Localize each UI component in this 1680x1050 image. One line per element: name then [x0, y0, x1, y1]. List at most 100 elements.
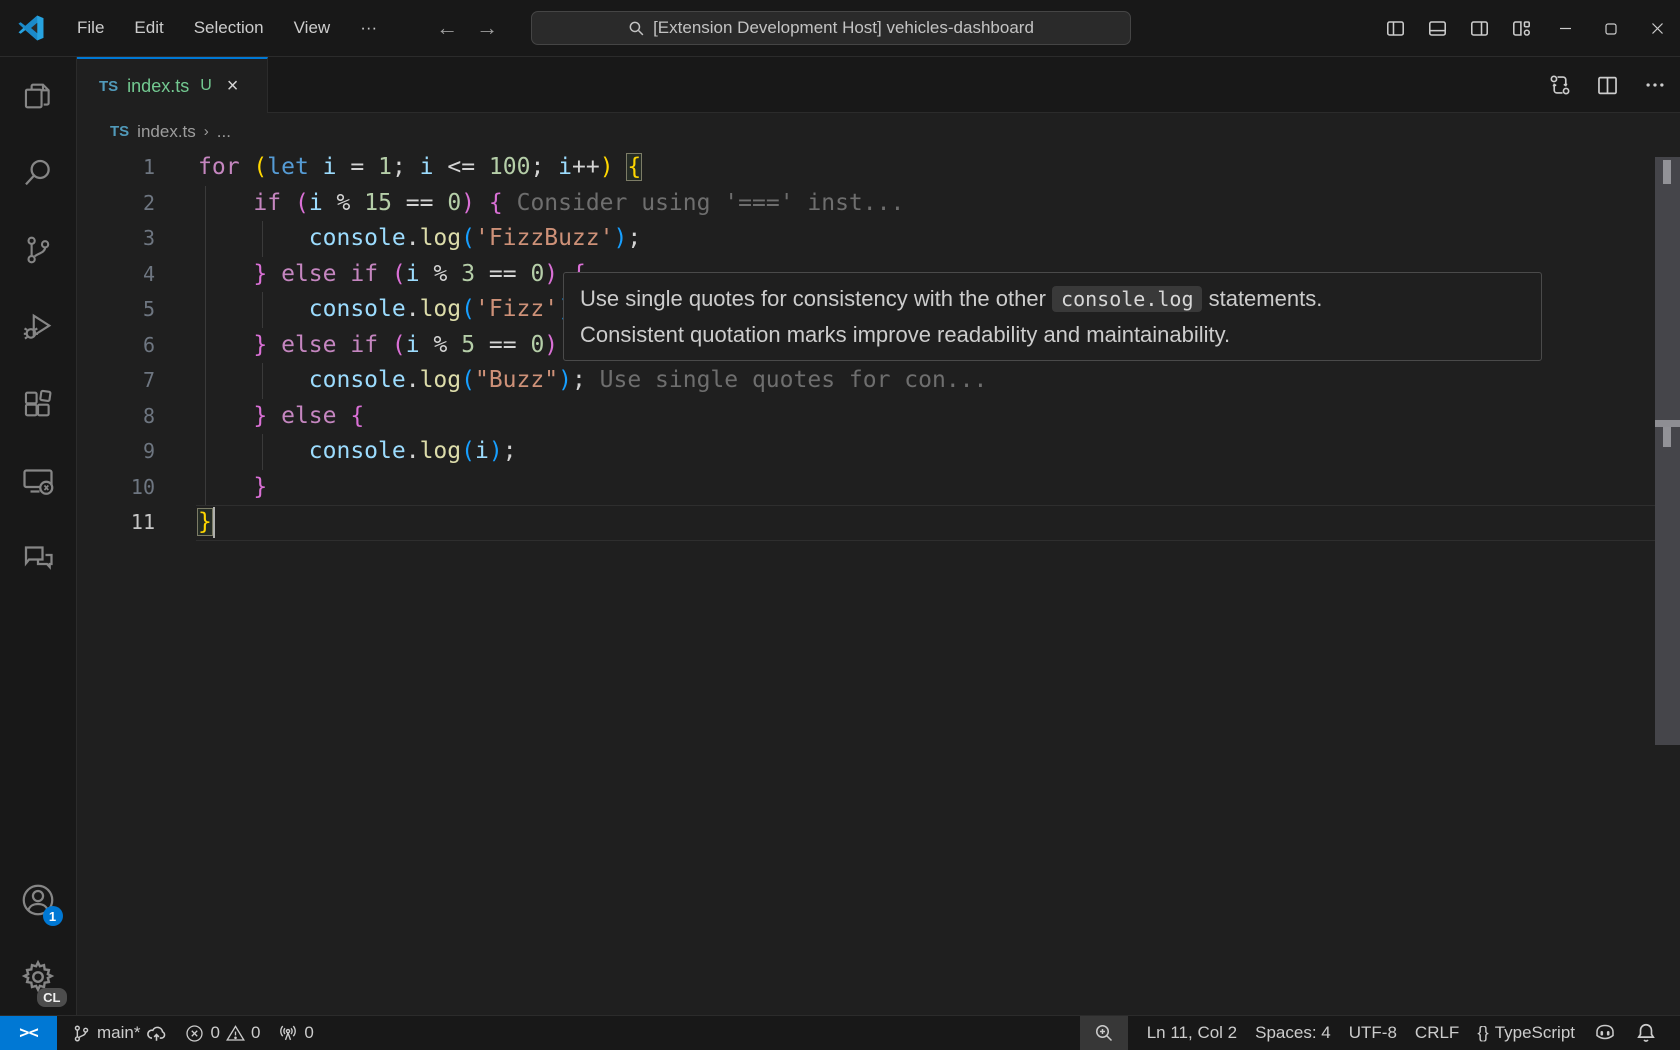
- line-number: 5: [77, 292, 155, 328]
- language-mode[interactable]: {} TypeScript: [1468, 1016, 1584, 1050]
- split-editor-icon[interactable]: [1597, 75, 1618, 96]
- line-number: 9: [77, 434, 155, 470]
- hover-line-2: Consistent quotation marks improve reada…: [580, 317, 1525, 353]
- tab-git-status: U: [200, 77, 212, 95]
- code-line[interactable]: 1for (let i = 1; i <= 100; i++) {: [77, 150, 1680, 186]
- toggle-secondary-sidebar-icon[interactable]: [1458, 0, 1500, 57]
- code-text: }: [198, 505, 212, 541]
- line-number: 6: [77, 328, 155, 364]
- menu-edit[interactable]: Edit: [121, 12, 176, 44]
- ports-status[interactable]: 0: [269, 1016, 322, 1050]
- remote-indicator[interactable]: ><: [0, 1016, 57, 1050]
- code-text: console.log('Fizz');: [198, 292, 586, 328]
- explorer-icon[interactable]: [0, 57, 77, 134]
- code-text: console.log("Buzz"); Use single quotes f…: [198, 363, 987, 399]
- menu-overflow[interactable]: ···: [347, 12, 390, 44]
- command-center-search[interactable]: [Extension Development Host] vehicles-da…: [531, 11, 1131, 45]
- publish-cloud-icon: [146, 1023, 167, 1044]
- toggle-panel-icon[interactable]: [1416, 0, 1458, 57]
- line-number: 4: [77, 257, 155, 293]
- nav-forward-icon[interactable]: →: [474, 15, 500, 41]
- code-line[interactable]: 3 console.log('FizzBuzz');: [77, 221, 1680, 257]
- breadcrumb-symbol[interactable]: ...: [217, 122, 231, 142]
- notifications-bell-icon[interactable]: [1626, 1016, 1666, 1050]
- language-label: TypeScript: [1495, 1023, 1575, 1043]
- typescript-file-icon: TS: [99, 78, 118, 95]
- code-line[interactable]: 9 console.log(i);: [77, 434, 1680, 470]
- comments-icon[interactable]: [0, 519, 77, 596]
- encoding-setting[interactable]: UTF-8: [1340, 1016, 1406, 1050]
- code-text: } else if (i % 5 == 0) {: [198, 328, 586, 364]
- hover-line-1: Use single quotes for consistency with t…: [580, 281, 1525, 317]
- window-maximize-icon[interactable]: [1588, 0, 1634, 57]
- tab-close-icon[interactable]: ×: [227, 76, 239, 96]
- remote-explorer-icon[interactable]: [0, 442, 77, 519]
- menu-selection[interactable]: Selection: [181, 12, 277, 44]
- branch-name: main*: [97, 1023, 140, 1043]
- line-number: 10: [77, 470, 155, 506]
- errors-icon: [185, 1024, 204, 1043]
- hover-tooltip: Use single quotes for consistency with t…: [563, 272, 1542, 361]
- toggle-sidebar-icon[interactable]: [1374, 0, 1416, 57]
- problems-status[interactable]: 0 0: [176, 1016, 269, 1050]
- errors-count: 0: [210, 1023, 219, 1043]
- cursor-position[interactable]: Ln 11, Col 2: [1138, 1016, 1246, 1050]
- accounts-badge: 1: [43, 906, 63, 926]
- extensions-icon[interactable]: [0, 365, 77, 442]
- radio-tower-icon: [278, 1023, 298, 1043]
- menu-view[interactable]: View: [281, 12, 344, 44]
- git-branch-status[interactable]: main*: [63, 1016, 176, 1050]
- search-icon: [628, 20, 645, 37]
- vertical-scrollbar[interactable]: [1655, 157, 1680, 745]
- eol-setting[interactable]: CRLF: [1406, 1016, 1468, 1050]
- window-close-icon[interactable]: [1634, 0, 1680, 57]
- customize-layout-icon[interactable]: [1500, 0, 1542, 57]
- accounts-icon[interactable]: 1: [0, 861, 77, 938]
- line-number: 7: [77, 363, 155, 399]
- tab-index-ts[interactable]: TS index.ts U ×: [77, 57, 268, 113]
- code-text: } else {: [198, 399, 364, 435]
- vscode-logo-icon: [18, 15, 44, 41]
- code-text: console.log(i);: [198, 434, 517, 470]
- chevron-right-icon: ›: [204, 123, 209, 140]
- window-minimize-icon[interactable]: [1542, 0, 1588, 57]
- title-bar: File Edit Selection View ··· ← → [Extens…: [0, 0, 1680, 57]
- warnings-icon: [226, 1024, 245, 1043]
- status-bar: >< main* 0 0: [0, 1015, 1680, 1050]
- code-text: for (let i = 1; i <= 100; i++) {: [198, 150, 641, 186]
- indentation-setting[interactable]: Spaces: 4: [1246, 1016, 1340, 1050]
- code-text: if (i % 15 == 0) { Consider using '===' …: [198, 186, 904, 222]
- menu-bar: File Edit Selection View ···: [64, 12, 390, 44]
- code-line[interactable]: 10 }: [77, 470, 1680, 506]
- tab-label: index.ts: [127, 76, 189, 97]
- open-changes-icon[interactable]: [1549, 74, 1571, 96]
- text-cursor: [213, 507, 215, 538]
- hover-inline-code: console.log: [1052, 286, 1202, 312]
- menu-file[interactable]: File: [64, 12, 117, 44]
- braces-icon: {}: [1477, 1023, 1488, 1043]
- code-line[interactable]: 11}: [77, 505, 1680, 541]
- overview-ruler-mark: [1655, 420, 1680, 427]
- settings-badge: CL: [37, 988, 66, 1007]
- line-number: 3: [77, 221, 155, 257]
- warnings-count: 0: [251, 1023, 260, 1043]
- code-editor[interactable]: 1for (let i = 1; i <= 100; i++) {2 if (i…: [77, 150, 1680, 1015]
- search-view-icon[interactable]: [0, 134, 77, 211]
- settings-gear-icon[interactable]: CL: [0, 938, 77, 1015]
- zoom-level-indicator[interactable]: [1080, 1016, 1128, 1050]
- breadcrumb: TS index.ts › ...: [77, 113, 1680, 150]
- line-number: 11: [77, 505, 155, 541]
- code-line[interactable]: 7 console.log("Buzz"); Use single quotes…: [77, 363, 1680, 399]
- copilot-icon[interactable]: [1584, 1016, 1626, 1050]
- nav-back-icon[interactable]: ←: [434, 15, 460, 41]
- more-actions-icon[interactable]: [1644, 74, 1666, 96]
- ports-count: 0: [304, 1023, 313, 1043]
- run-debug-icon[interactable]: [0, 288, 77, 365]
- overview-ruler-mark: [1663, 160, 1671, 184]
- source-control-icon[interactable]: [0, 211, 77, 288]
- code-text: console.log('FizzBuzz');: [198, 221, 641, 257]
- breadcrumb-file[interactable]: index.ts: [137, 122, 196, 142]
- line-number: 8: [77, 399, 155, 435]
- code-line[interactable]: 8 } else {: [77, 399, 1680, 435]
- code-line[interactable]: 2 if (i % 15 == 0) { Consider using '===…: [77, 186, 1680, 222]
